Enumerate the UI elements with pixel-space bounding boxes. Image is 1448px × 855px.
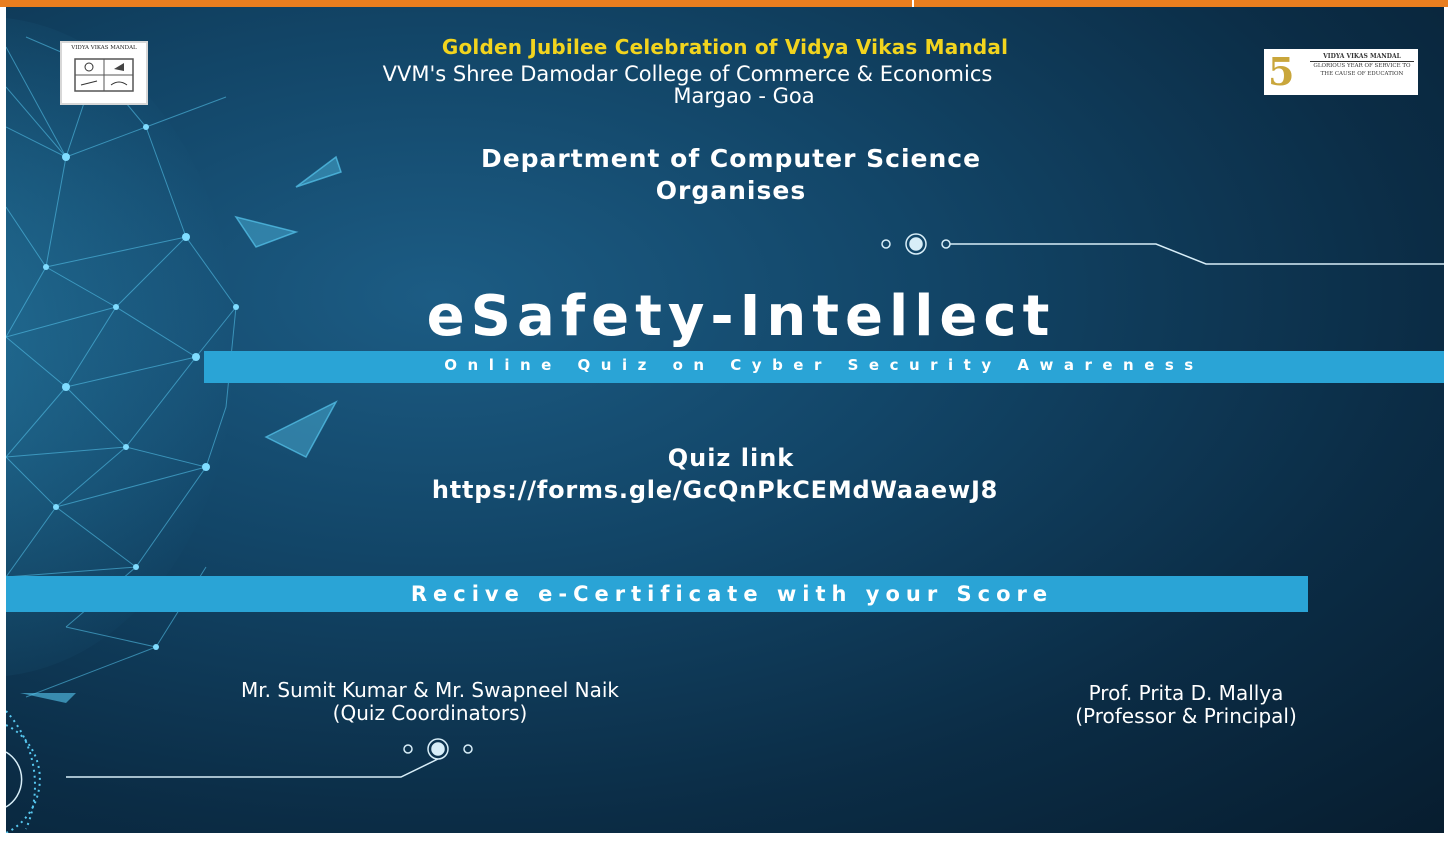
certificate-band: Recive e-Certificate with your Score — [6, 576, 1308, 612]
header-location: Margao - Goa — [673, 84, 815, 108]
top-bar-separator — [912, 0, 914, 7]
header-college-name: VVM's Shree Damodar College of Commerce … — [382, 62, 993, 86]
certificate-text: Recive e-Certificate with your Score — [410, 582, 1054, 606]
event-subtitle: Online Quiz on Cyber Security Awareness — [444, 356, 1204, 374]
principal-name: Prof. Prita D. Mallya — [1088, 681, 1284, 705]
quiz-link-url[interactable]: https://forms.gle/GcQnPkCEMdWaaewJ8 — [6, 476, 1424, 504]
event-title: eSafety-Intellect — [426, 284, 1056, 349]
header-golden-jubilee: Golden Jubilee Celebration of Vidya Vika… — [441, 35, 1009, 59]
coordinator-names: Mr. Sumit Kumar & Mr. Swapneel Naik — [241, 678, 619, 702]
subtitle-band: Online Quiz on Cyber Security Awareness — [204, 351, 1444, 383]
department-action: Organises — [655, 176, 807, 205]
event-poster: VIDYA VIKAS MANDAL 5 VIDYA VIKAS MANDAL … — [6, 7, 1444, 833]
principal-role: (Professor & Principal) — [1075, 704, 1297, 728]
quiz-link-label: Quiz link — [667, 444, 795, 472]
department-name: Department of Computer Science — [480, 144, 982, 173]
top-orange-bar — [0, 0, 1448, 7]
coordinator-role: (Quiz Coordinators) — [332, 701, 528, 725]
